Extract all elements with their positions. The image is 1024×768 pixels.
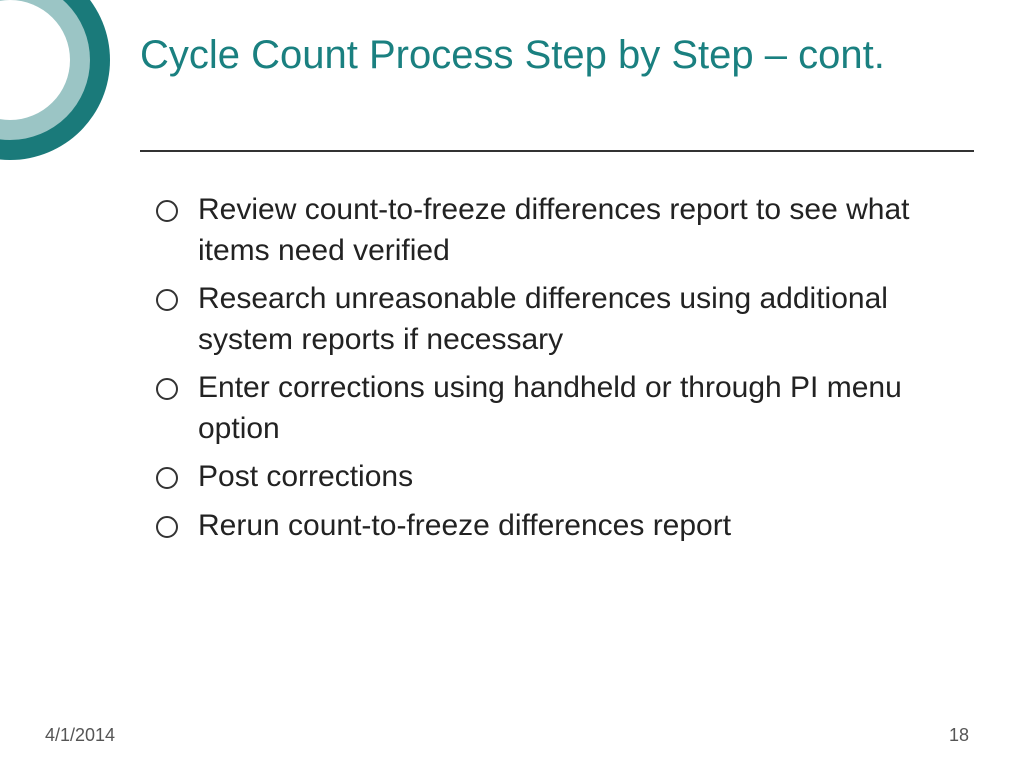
decorative-circles xyxy=(0,0,110,160)
footer-page-number: 18 xyxy=(949,725,969,746)
bullet-item: Enter corrections using handheld or thro… xyxy=(150,368,964,449)
circle-outer xyxy=(0,0,110,160)
bullet-list: Review count-to-freeze differences repor… xyxy=(150,190,964,554)
bullet-item: Rerun count-to-freeze differences report xyxy=(150,506,964,547)
circle-inner xyxy=(0,0,70,120)
bullet-item: Research unreasonable differences using … xyxy=(150,279,964,360)
bullet-item: Review count-to-freeze differences repor… xyxy=(150,190,964,271)
footer-date: 4/1/2014 xyxy=(45,725,115,746)
title-underline xyxy=(140,150,974,152)
circle-mid xyxy=(0,0,90,140)
bullet-item: Post corrections xyxy=(150,457,964,498)
slide-title: Cycle Count Process Step by Step – cont. xyxy=(140,30,964,80)
